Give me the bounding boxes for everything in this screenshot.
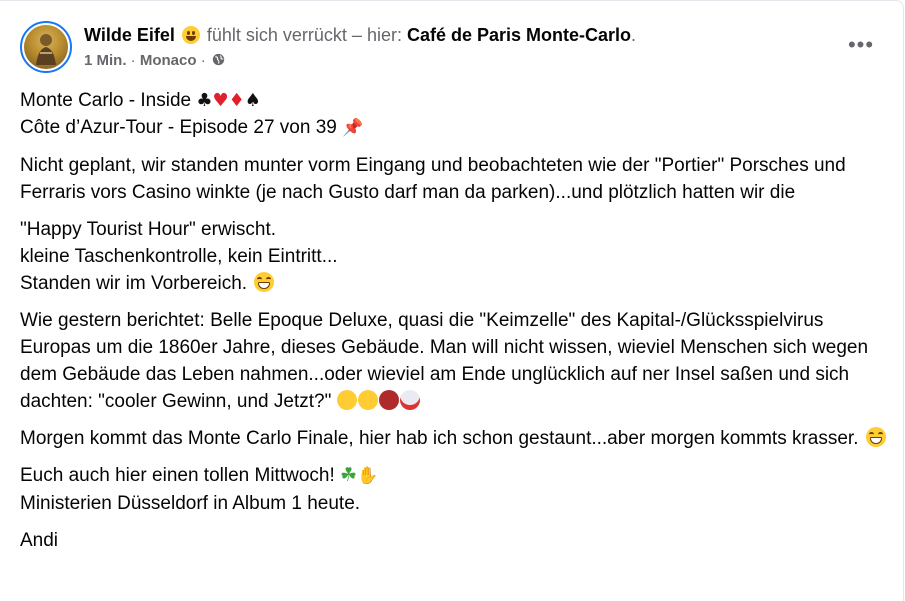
globe-icon <box>212 53 225 66</box>
heart-icon: ♥ <box>212 90 229 111</box>
paragraph-5-line-1: Euch auch hier einen tollen Mittwoch! ☘✋ <box>20 462 892 490</box>
post-header: Wilde Eifel fühlt sich verrückt – hier: … <box>20 21 883 77</box>
paragraph-3: Wie gestern berichtet: Belle Epoque Delu… <box>20 307 892 415</box>
crazy-face-icon <box>357 390 378 410</box>
avatar-image <box>24 25 68 69</box>
grinning-face-icon-2 <box>865 427 886 447</box>
paragraph-5-line-2: Ministerien Düsseldorf in Album 1 heute. <box>20 493 361 514</box>
emoji-row <box>336 390 421 412</box>
post-card: Wilde Eifel fühlt sich verrückt – hier: … <box>0 0 904 601</box>
pushpin-icon: 📌 <box>342 118 364 138</box>
paragraph-4: Morgen kommt das Monte Carlo Finale, hie… <box>20 425 892 452</box>
crazy-face-emoji-icon <box>181 26 200 44</box>
more-options-icon[interactable]: ••• <box>843 33 879 61</box>
clown-face-icon <box>399 390 420 410</box>
paragraph-1: Nicht geplant, wir standen munter vorm E… <box>20 155 846 203</box>
episode-text: Côte d’Azur-Tour - Episode 27 von 39 <box>20 117 337 138</box>
episode-line: Côte d’Azur-Tour - Episode 27 von 39 📌 <box>20 114 892 142</box>
signature: Andi <box>20 530 59 551</box>
raising-hand-icon: ✋ <box>357 466 379 486</box>
title-text: Monte Carlo - Inside <box>20 90 192 111</box>
paragraph-4-text: Morgen kommt das Monte Carlo Finale, hie… <box>20 428 859 449</box>
paragraph-2-line-3-text: Standen wir im Vorbereich. <box>20 273 248 294</box>
location-link[interactable]: Monaco <box>140 52 197 69</box>
party-face-icon <box>336 390 357 410</box>
feeling-text: fühlt sich verrückt – hier: <box>206 25 402 45</box>
paragraph-2-line-3: Standen wir im Vorbereich. <box>20 270 892 297</box>
ogre-icon <box>378 390 399 410</box>
author-avatar[interactable] <box>20 21 72 73</box>
post-meta: Wilde Eifel fühlt sich verrückt – hier: … <box>84 23 823 71</box>
meta-separator: · <box>126 52 140 69</box>
paragraph-5-line-1-text: Euch auch hier einen tollen Mittwoch! <box>20 465 335 486</box>
diamond-icon: ♦ <box>228 90 245 111</box>
grinning-face-icon <box>254 272 275 292</box>
author-name[interactable]: Wilde Eifel <box>84 25 175 45</box>
four-leaf-clover-icon: ☘ <box>340 464 358 486</box>
title-line: Monte Carlo - Inside ♣♥♦♠ <box>20 87 892 114</box>
paragraph-2-line-1: "Happy Tourist Hour" erwischt. <box>20 219 277 240</box>
spade-icon: ♠ <box>244 90 261 111</box>
post-timestamp[interactable]: 1 Min. <box>84 52 127 69</box>
place-suffix: . <box>631 25 637 45</box>
paragraph-3-text: Wie gestern berichtet: Belle Epoque Delu… <box>20 310 869 412</box>
post-body: Monte Carlo - Inside ♣♥♦♠ Côte d’Azur-To… <box>20 87 892 564</box>
club-icon: ♣ <box>196 90 213 111</box>
meta-separator-2: · <box>196 52 210 69</box>
paragraph-2-line-2: kleine Taschenkontrolle, kein Eintritt..… <box>20 246 338 267</box>
place-link[interactable]: Café de Paris Monte-Carlo <box>407 25 631 45</box>
